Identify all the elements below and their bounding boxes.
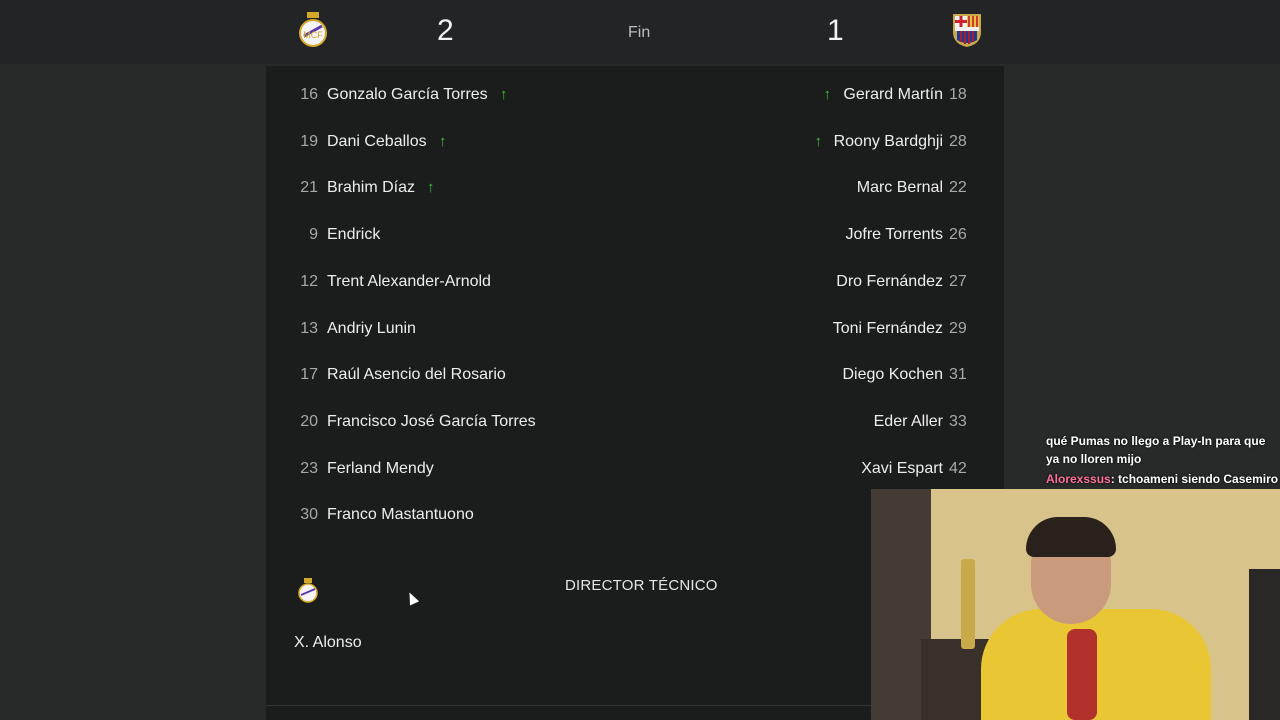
coach-section-label: DIRECTOR TÉCNICO: [565, 577, 718, 594]
away-player-row[interactable]: 29 Toni Fernández: [266, 320, 1004, 350]
player-number: 18: [949, 86, 967, 103]
away-score: 1: [827, 14, 844, 47]
microphone-icon: [1067, 629, 1097, 720]
trophy-icon: [961, 559, 975, 649]
chat-message: Alorexssus: tchoameni siendo Casemiro: [1046, 470, 1280, 488]
fc-barcelona-crest-icon[interactable]: [950, 12, 984, 48]
chat-username: Alorexssus: [1046, 472, 1111, 486]
away-player-row[interactable]: 31 Diego Kochen: [266, 366, 1004, 396]
player-number: 27: [949, 272, 967, 290]
player-name[interactable]: Toni Fernández: [833, 320, 943, 338]
away-player-row[interactable]: 42 Xavi Espart: [266, 460, 1004, 490]
player-name[interactable]: Franco Mastantuono: [327, 506, 474, 524]
away-player-row[interactable]: 18 Gerard Martín ↑: [266, 86, 1004, 116]
chat-message: qué Pumas no llego a Play-In para que ya…: [1046, 434, 1266, 466]
away-player-row[interactable]: 22 Marc Bernal: [266, 179, 1004, 209]
player-name[interactable]: Marc Bernal: [857, 179, 943, 197]
player-name[interactable]: Gerard Martín: [843, 86, 943, 104]
player-number: 42: [949, 459, 967, 477]
player-name[interactable]: Jofre Torrents: [845, 226, 943, 244]
webcam-background: [1249, 569, 1280, 720]
away-player-row[interactable]: 26 Jofre Torrents: [266, 226, 1004, 256]
streamer-hair: [1026, 517, 1116, 557]
player-name[interactable]: Xavi Espart: [861, 460, 943, 478]
stream-chat: qué Pumas no llego a Play-In para que ya…: [1046, 432, 1280, 488]
player-name[interactable]: Dro Fernández: [836, 273, 943, 291]
away-player-row[interactable]: 33 Eder Aller: [266, 413, 1004, 443]
sub-in-arrow-icon: ↑: [814, 132, 823, 150]
match-status: Fin: [628, 24, 651, 41]
player-number: 28: [949, 132, 967, 150]
player-number: 31: [949, 366, 967, 384]
home-coach-name[interactable]: X. Alonso: [294, 634, 362, 652]
sub-in-arrow-icon: ↑: [823, 86, 832, 103]
real-madrid-crest-icon[interactable]: MCF: [299, 12, 327, 48]
player-name[interactable]: Eder Aller: [874, 413, 943, 431]
away-player-row[interactable]: 27 Dro Fernández: [266, 273, 1004, 303]
home-score: 2: [437, 14, 454, 47]
webcam-overlay: [871, 489, 1280, 720]
player-name[interactable]: Roony Bardghji: [834, 133, 943, 151]
away-player-row[interactable]: 28 Roony Bardghji ↑: [266, 133, 1004, 163]
scoreboard-bar: MCF 2 Fin 1: [0, 0, 1280, 64]
svg-text:MCF: MCF: [303, 30, 323, 40]
player-number: 29: [949, 319, 967, 337]
player-number: 22: [949, 179, 967, 197]
chat-text: : tchoameni siendo Casemiro: [1110, 472, 1279, 486]
player-number: 26: [949, 226, 967, 244]
player-name[interactable]: Diego Kochen: [842, 366, 943, 384]
player-number: 30: [300, 506, 318, 524]
real-madrid-crest-icon: [298, 578, 318, 603]
player-number: 33: [949, 412, 967, 430]
